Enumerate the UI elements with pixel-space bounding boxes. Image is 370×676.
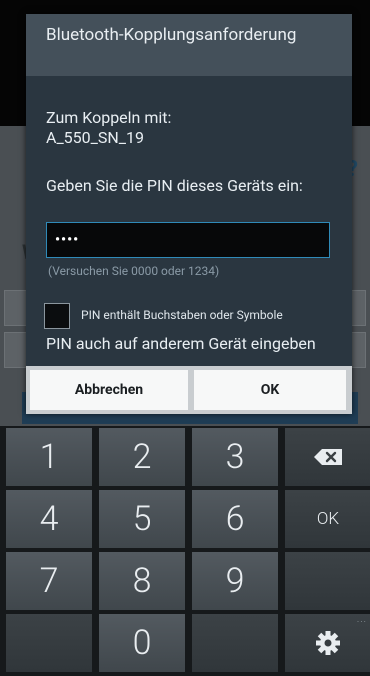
numeric-keyboard: 1 2 3 4 5 6 OK 7 8 9 0 ... [0,426,370,676]
key-7[interactable]: 7 [6,552,92,610]
bluetooth-pairing-dialog: Bluetooth-Kopplungsanforderung Zum Koppe… [26,14,352,414]
dialog-title: Bluetooth-Kopplungsanforderung [46,25,297,45]
key-0[interactable]: 0 [99,614,185,672]
pin-prompt: Geben Sie die PIN dieses Geräts ein: [46,176,303,195]
pin-instruction-text: PIN auch auf anderem Gerät eingeben [46,334,316,353]
pair-label: Zum Koppeln mit: [46,108,172,127]
alphanumeric-pin-checkbox[interactable] [44,303,70,329]
key-5[interactable]: 5 [99,490,185,548]
key-1[interactable]: 1 [6,428,92,486]
ok-key[interactable]: OK [285,490,370,548]
backspace-key[interactable] [285,428,370,486]
ok-button[interactable]: OK [194,370,346,410]
dialog-title-bar: Bluetooth-Kopplungsanforderung [26,14,352,76]
key-6[interactable]: 6 [192,490,278,548]
blank-key [285,552,370,610]
key-9[interactable]: 9 [192,552,278,610]
blank-key [192,614,278,672]
key-2[interactable]: 2 [99,428,185,486]
pin-input[interactable]: •••• [46,222,330,258]
cancel-button[interactable]: Abbrechen [30,370,188,410]
pin-hint: (Versuchen Sie 0000 oder 1234) [48,264,220,278]
device-name: A_550_SN_19 [46,128,144,147]
key-4[interactable]: 4 [6,490,92,548]
blank-key [6,614,92,672]
key-3[interactable]: 3 [192,428,278,486]
dialog-button-bar: Abbrechen OK [26,366,352,414]
gear-icon [316,631,340,655]
backspace-icon [314,449,342,465]
settings-key[interactable]: ... [285,614,370,672]
more-dots: ... [356,614,367,625]
checkbox-label[interactable]: PIN enthält Buchstaben oder Symbole [81,308,283,322]
key-8[interactable]: 8 [99,552,185,610]
